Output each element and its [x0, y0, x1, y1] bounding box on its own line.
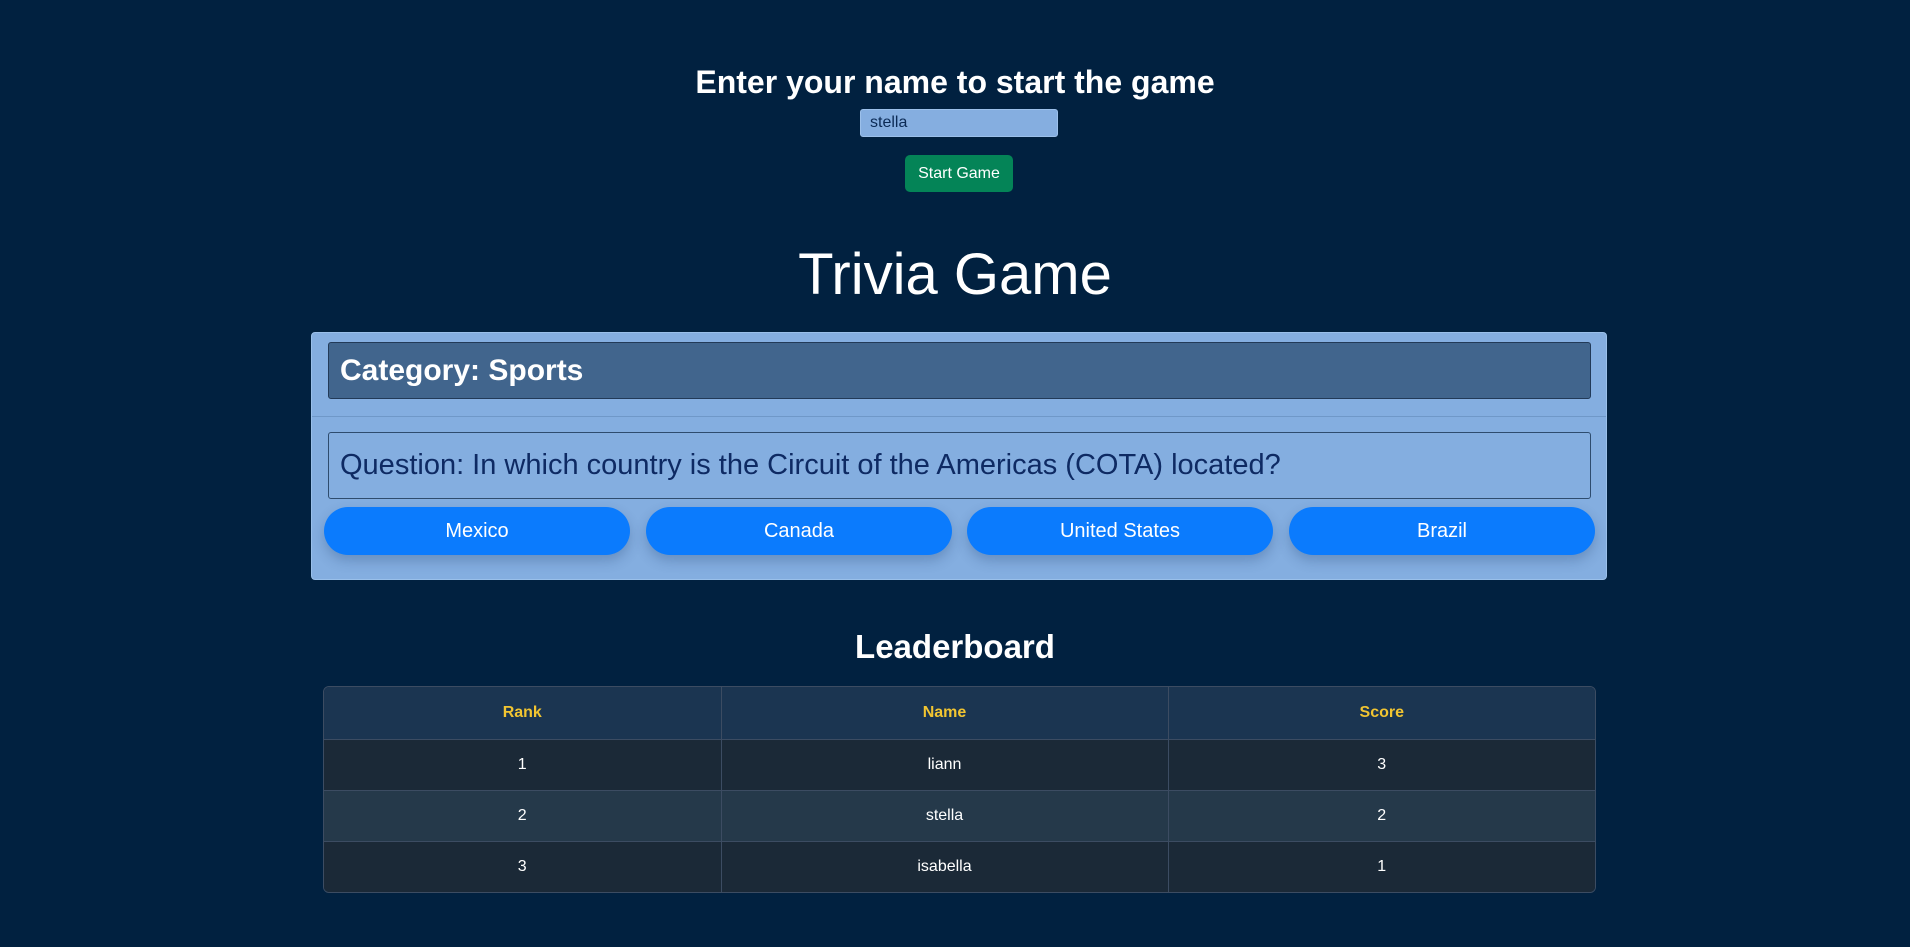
table-row: 1 liann 3 [324, 739, 1595, 791]
column-header-rank: Rank [324, 687, 722, 740]
table-row: 3 isabella 1 [324, 841, 1595, 892]
leaderboard-table: Rank Name Score 1 liann 3 2 stella 2 3 i… [323, 686, 1596, 893]
start-game-button[interactable]: Start Game [905, 155, 1013, 192]
score-cell: 1 [1167, 841, 1595, 892]
answer-button-united-states[interactable]: United States [967, 507, 1273, 555]
answer-button-brazil[interactable]: Brazil [1289, 507, 1595, 555]
answer-button-mexico[interactable]: Mexico [324, 507, 630, 555]
table-row: 2 stella 2 [324, 790, 1595, 842]
card-divider [312, 416, 1606, 417]
answer-button-canada[interactable]: Canada [646, 507, 952, 555]
score-cell: 2 [1167, 790, 1595, 842]
column-header-name: Name [720, 687, 1169, 740]
table-header-row: Rank Name Score [324, 687, 1595, 740]
answer-options: Mexico Canada United States Brazil [324, 507, 1596, 555]
rank-cell: 2 [324, 790, 722, 842]
name-input[interactable] [860, 109, 1058, 137]
leaderboard-title: Leaderboard [855, 628, 1055, 665]
login-heading: Enter your name to start the game [695, 64, 1215, 100]
question-card: Category: Sports Question: In which coun… [311, 332, 1607, 580]
name-cell: isabella [720, 841, 1169, 892]
name-cell: liann [720, 739, 1169, 791]
game-title: Trivia Game [798, 242, 1112, 307]
rank-cell: 3 [324, 841, 722, 892]
question-text: Question: In which country is the Circui… [328, 432, 1591, 499]
score-cell: 3 [1167, 739, 1595, 791]
rank-cell: 1 [324, 739, 722, 791]
name-cell: stella [720, 790, 1169, 842]
column-header-score: Score [1167, 687, 1595, 740]
category-label: Category: Sports [328, 342, 1591, 399]
